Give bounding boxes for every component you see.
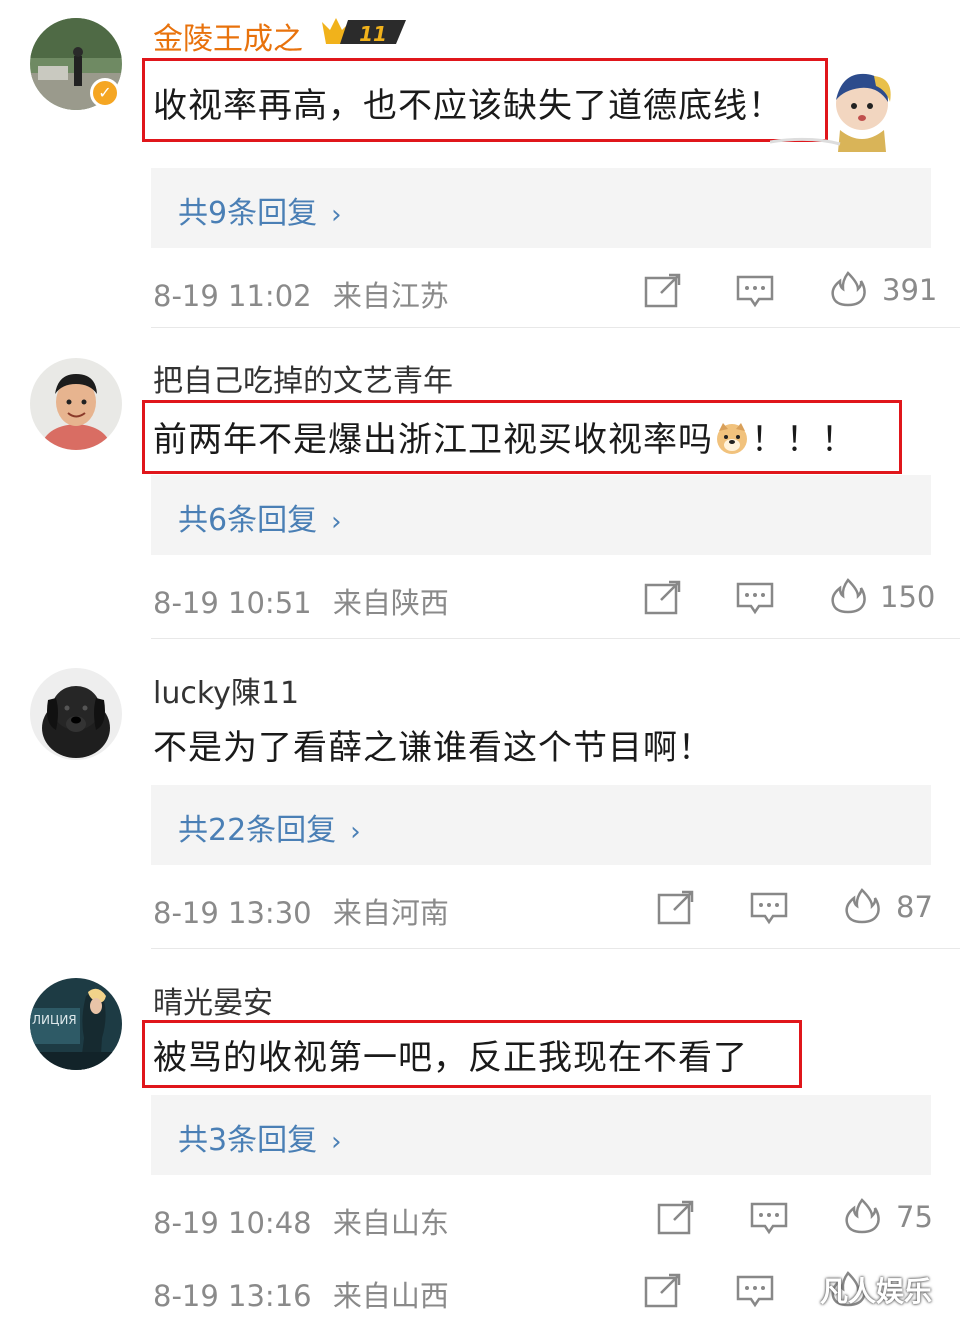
username[interactable]: 晴光晏安 <box>153 978 273 1022</box>
svg-text:ЛИЦИЯ: ЛИЦИЯ <box>32 1013 77 1027</box>
chevron-right-icon: › <box>331 1127 342 1157</box>
comment-item: ЛИЦИЯ 晴光晏安 被骂的收视第一吧，反正我现在不看了 共3条回复 › 8-19… <box>0 0 960 1260</box>
share-icon[interactable] <box>643 1273 683 1309</box>
like-count: 75 <box>896 1200 933 1234</box>
comment-meta: 8-19 13:16 来自山西 <box>153 1273 449 1315</box>
comment-location: 来自山西 <box>332 1279 449 1313</box>
avatar[interactable]: ЛИЦИЯ <box>30 978 122 1070</box>
comment-time: 8-19 13:16 <box>153 1279 312 1313</box>
replies-count-label: 共3条回复 <box>178 1123 318 1158</box>
comment-icon[interactable] <box>749 1200 789 1236</box>
share-icon[interactable] <box>656 1200 696 1236</box>
comment-meta: 8-19 10:48 来自山东 <box>153 1200 449 1242</box>
comment-icon[interactable] <box>735 1273 775 1309</box>
comment-location: 来自山东 <box>332 1206 449 1240</box>
comment-text: 被骂的收视第一吧，反正我现在不看了 <box>153 1038 748 1078</box>
flame-like-icon[interactable] <box>842 1198 882 1234</box>
comment-time: 8-19 10:48 <box>153 1206 312 1240</box>
replies-panel[interactable]: 共3条回复 › <box>151 1095 931 1175</box>
view-replies-link[interactable]: 共3条回复 › <box>178 1115 342 1159</box>
watermark: 凡人娱乐 <box>820 1275 933 1308</box>
